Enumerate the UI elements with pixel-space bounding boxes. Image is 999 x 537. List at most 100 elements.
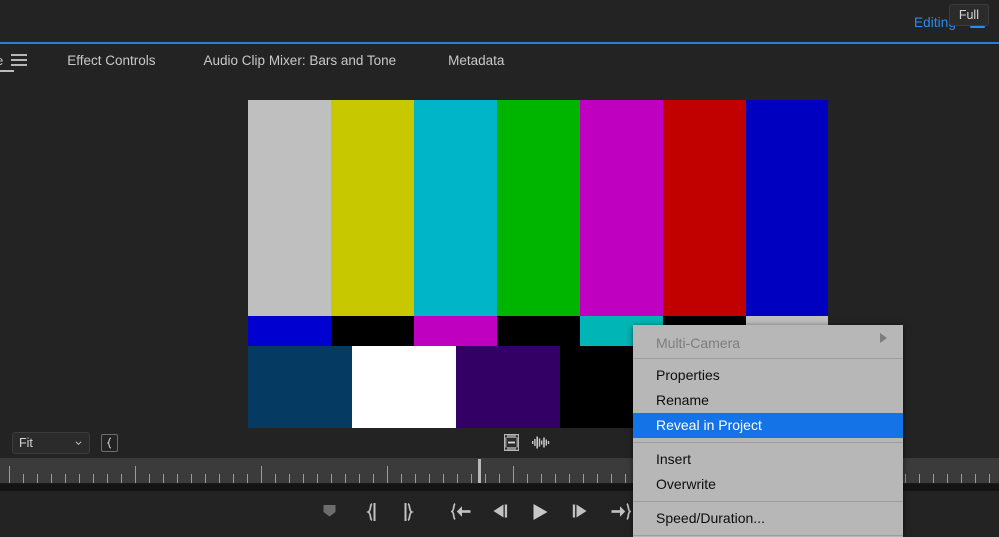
- ruler-tick: [513, 466, 514, 483]
- color-bar-black: [331, 316, 414, 346]
- ruler-tick: [961, 474, 962, 483]
- ruler-tick: [79, 474, 80, 483]
- export-frame-icon[interactable]: [504, 434, 519, 456]
- context-menu-item-label: Insert: [656, 451, 692, 467]
- ruler-tick: [625, 474, 626, 483]
- ruler-tick: [93, 474, 94, 483]
- ruler-tick: [569, 474, 570, 483]
- clip-context-menu[interactable]: Multi-Camera Properties Rename Reveal in Pr…: [633, 325, 903, 537]
- ruler-tick: [51, 474, 52, 483]
- step-back-icon: [493, 504, 508, 518]
- ruler-tick: [415, 474, 416, 483]
- tab-partial-hidden[interactable]: e: [0, 44, 14, 76]
- ruler-tick: [107, 474, 108, 483]
- mark-in-icon: [366, 503, 376, 521]
- ruler-tick: [205, 474, 206, 483]
- add-marker-button[interactable]: [322, 503, 337, 518]
- ruler-tick: [9, 466, 10, 483]
- context-menu-item-reveal-in-project[interactable]: Reveal in Project: [633, 413, 903, 438]
- mark-in-button[interactable]: [365, 503, 379, 521]
- ruler-tick: [611, 474, 612, 483]
- step-back-button[interactable]: [491, 503, 509, 519]
- ruler-tick: [359, 474, 360, 483]
- color-bar-white: [352, 346, 456, 428]
- ruler-tick: [905, 474, 906, 483]
- go-to-in-icon: [451, 503, 471, 520]
- ruler-tick: [471, 474, 472, 483]
- go-to-in-button[interactable]: [451, 503, 471, 520]
- context-menu-separator: [633, 442, 903, 443]
- context-menu-item-label: Multi-Camera: [656, 335, 741, 351]
- zoom-level-value: Fit: [19, 436, 33, 450]
- color-bar-cyan: [414, 100, 497, 316]
- tab-active-underline: [0, 70, 14, 72]
- ruler-tick: [135, 466, 136, 483]
- ruler-tick: [919, 474, 920, 483]
- context-menu-item-label: Properties: [656, 367, 720, 383]
- context-menu-item-speed-duration[interactable]: Speed/Duration...: [633, 506, 903, 531]
- panel-menu-icon[interactable]: [11, 54, 28, 66]
- color-bar-yellow: [331, 100, 414, 316]
- color-bar-green: [497, 100, 580, 316]
- ruler-tick: [261, 466, 262, 483]
- submenu-arrow-icon: [880, 333, 887, 343]
- tab-metadata[interactable]: Metadata: [448, 44, 504, 76]
- ruler-tick: [443, 474, 444, 483]
- ruler-tick: [317, 474, 318, 483]
- audio-waveform-icon[interactable]: [532, 436, 551, 454]
- color-bar-magenta: [580, 100, 663, 316]
- ruler-tick: [219, 474, 220, 483]
- play-stop-button[interactable]: [531, 503, 550, 521]
- tab-partial-label: e: [0, 53, 3, 68]
- context-menu-separator: [633, 358, 903, 359]
- color-bar-red: [663, 100, 746, 316]
- go-to-out-button[interactable]: [611, 503, 631, 520]
- context-menu-item-label: Overwrite: [656, 476, 716, 492]
- playback-resolution-dropdown[interactable]: Full: [948, 4, 989, 26]
- context-menu-item-label: Reveal in Project: [656, 417, 762, 433]
- playhead-marker[interactable]: [478, 459, 481, 483]
- chevron-down-icon: [75, 441, 82, 445]
- ruler-tick: [975, 474, 976, 483]
- color-bar-navy: [248, 346, 352, 428]
- workspace-topbar: Editing: [0, 0, 999, 44]
- color-bars-top-row: [248, 100, 828, 316]
- color-bar-magenta: [414, 316, 497, 346]
- ruler-tick: [401, 474, 402, 483]
- premiere-pro-window: Editing e Effect Controls Audio Clip Mix…: [0, 0, 999, 537]
- context-menu-item-properties[interactable]: Properties: [633, 363, 903, 388]
- play-icon: [533, 504, 548, 520]
- context-menu-item-overwrite[interactable]: Overwrite: [633, 472, 903, 497]
- color-bar-darkpurple: [456, 346, 560, 428]
- tab-effect-controls[interactable]: Effect Controls: [67, 44, 155, 76]
- bracket-icon: [106, 437, 112, 449]
- marker-icon: [323, 505, 336, 517]
- ruler-tick: [583, 474, 584, 483]
- select-zoom-level-button[interactable]: [101, 434, 118, 452]
- ruler-tick: [23, 474, 24, 483]
- context-menu-separator: [633, 501, 903, 502]
- ruler-tick: [289, 474, 290, 483]
- color-bar-gray: [248, 100, 331, 316]
- ruler-tick: [149, 474, 150, 483]
- ruler-tick: [541, 474, 542, 483]
- mark-out-button[interactable]: [401, 503, 415, 521]
- ruler-tick: [457, 474, 458, 483]
- context-menu-item-label: Rename: [656, 392, 709, 408]
- context-menu-item-label: Speed/Duration...: [656, 510, 765, 526]
- zoom-level-dropdown[interactable]: Fit: [12, 432, 90, 454]
- ruler-tick: [275, 474, 276, 483]
- ruler-tick: [303, 474, 304, 483]
- context-menu-item-multi-camera: Multi-Camera: [633, 325, 903, 354]
- context-menu-item-rename[interactable]: Rename: [633, 388, 903, 413]
- color-bar-blue: [248, 316, 331, 346]
- ruler-tick: [37, 474, 38, 483]
- ruler-tick: [247, 474, 248, 483]
- ruler-tick: [373, 474, 374, 483]
- ruler-tick: [191, 474, 192, 483]
- step-forward-button[interactable]: [571, 503, 589, 519]
- context-menu-item-insert[interactable]: Insert: [633, 447, 903, 472]
- ruler-tick: [429, 474, 430, 483]
- tab-audio-clip-mixer[interactable]: Audio Clip Mixer: Bars and Tone: [204, 44, 397, 76]
- step-forward-icon: [572, 504, 587, 518]
